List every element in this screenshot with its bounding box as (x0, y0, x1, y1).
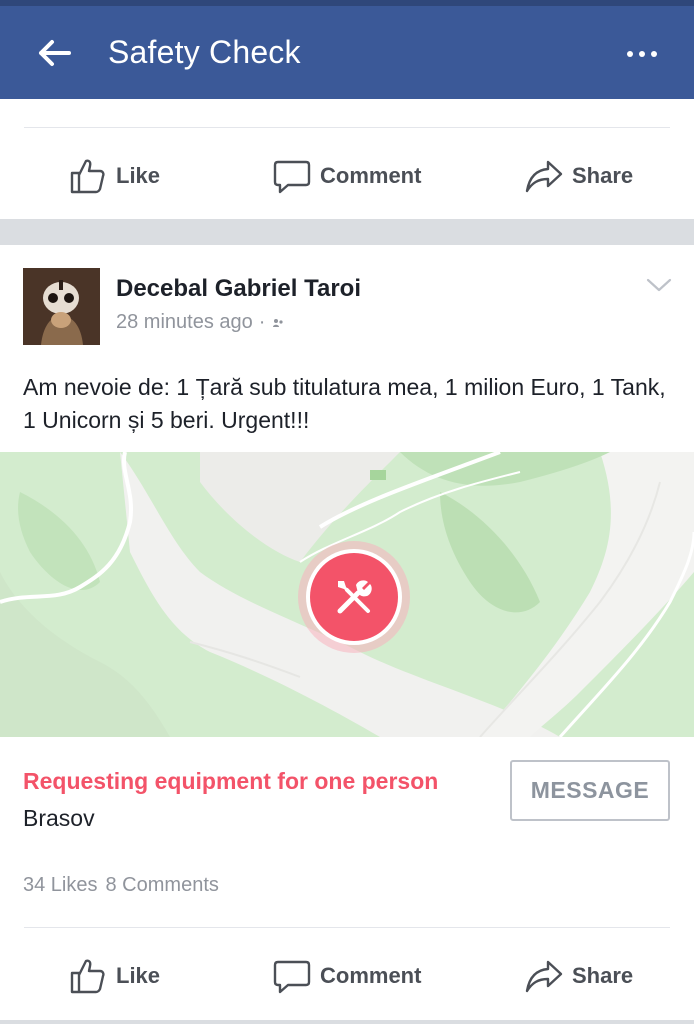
back-arrow-icon[interactable] (36, 38, 72, 68)
location-map[interactable] (0, 452, 694, 737)
request-title: Requesting equipment for one person (23, 768, 439, 794)
post-actions: Like Comment Share (0, 931, 694, 1021)
share-button[interactable]: Share (524, 131, 633, 221)
author-name[interactable]: Decebal Gabriel Taroi (116, 275, 361, 303)
previous-post-card: Like Comment Share (0, 99, 694, 219)
app-bar: Safety Check (0, 0, 694, 99)
safety-check-post-card: Decebal Gabriel Taroi 28 minutes ago · A… (0, 245, 694, 1020)
divider (24, 127, 670, 128)
speech-bubble-icon (272, 156, 312, 196)
share-button[interactable]: Share (524, 931, 633, 1021)
meta-separator: · (258, 311, 266, 333)
like-button[interactable]: Like (68, 931, 160, 1021)
avatar[interactable] (23, 268, 100, 345)
message-button[interactable]: MESSAGE (510, 760, 670, 821)
tools-icon (337, 580, 372, 614)
more-dots-icon[interactable] (624, 36, 660, 72)
comment-button[interactable]: Comment (272, 131, 421, 221)
share-label: Share (572, 163, 634, 188)
like-label: Like (116, 963, 161, 988)
comment-label: Comment (320, 163, 422, 188)
like-label: Like (116, 163, 161, 188)
post-text: Am nevoie de: 1 Țară sub titulatura mea,… (23, 374, 666, 433)
chevron-down-icon[interactable] (646, 277, 672, 293)
share-label: Share (572, 963, 634, 988)
post-time[interactable]: 28 minutes ago (116, 311, 253, 334)
post-actions: Like Comment Share (0, 131, 694, 221)
speech-bubble-icon (272, 956, 312, 996)
share-arrow-icon (524, 156, 564, 196)
comment-label: Comment (320, 963, 422, 988)
divider (24, 927, 670, 928)
audience-icon (271, 311, 285, 334)
like-button[interactable]: Like (68, 131, 160, 221)
post-stats: 34 Likes 8 Comments (23, 874, 219, 897)
post-meta: 28 minutes ago · (116, 311, 285, 334)
comment-button[interactable]: Comment (272, 931, 421, 1021)
thumbs-up-icon (68, 156, 108, 196)
comments-count[interactable]: 8 Comments (106, 874, 219, 897)
share-arrow-icon (524, 956, 564, 996)
likes-count[interactable]: 34 Likes (23, 874, 98, 897)
request-location: Brasov (23, 805, 95, 831)
page-title: Safety Check (108, 34, 301, 70)
thumbs-up-icon (68, 956, 108, 996)
